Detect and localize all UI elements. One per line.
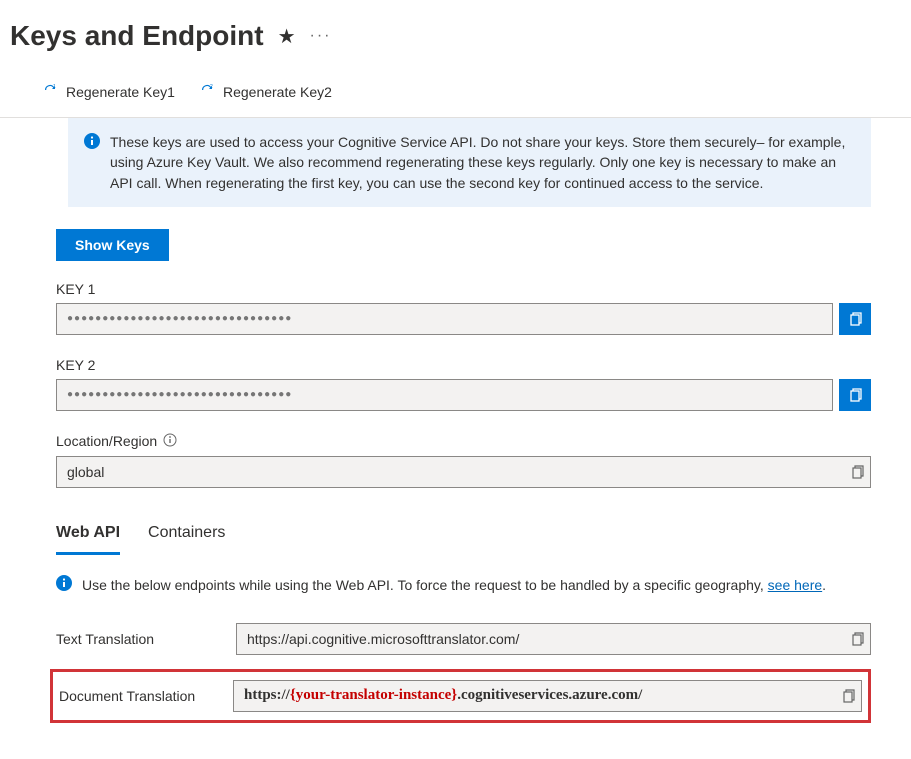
copy-key1-button[interactable] (839, 303, 871, 335)
regenerate-key1-button[interactable]: 1 Regenerate Key1 (40, 78, 177, 105)
document-translation-label: Document Translation (53, 688, 233, 704)
svg-text:1: 1 (53, 84, 56, 90)
webapi-info-suffix: . (822, 577, 826, 593)
key1-input[interactable] (56, 303, 833, 335)
key2-label: KEY 2 (56, 357, 871, 373)
copy-icon (849, 631, 865, 647)
copy-icon (849, 464, 865, 480)
copy-location-button[interactable] (849, 464, 865, 480)
toolbar: 1 Regenerate Key1 2 Regenerate Key2 (0, 62, 911, 118)
regenerate-key2-button[interactable]: 2 Regenerate Key2 (197, 78, 334, 105)
location-input[interactable] (56, 456, 871, 488)
regenerate-key2-label: Regenerate Key2 (223, 84, 332, 100)
page-title: Keys and Endpoint (10, 20, 264, 52)
location-label: Location/Region (56, 433, 157, 449)
refresh-icon: 1 (42, 82, 58, 101)
tab-web-api[interactable]: Web API (56, 518, 120, 555)
doc-endpoint-suffix: .cognitiveservices.azure.com/ (457, 687, 642, 704)
info-panel-text: These keys are used to access your Cogni… (110, 132, 855, 193)
refresh-icon: 2 (199, 82, 215, 101)
copy-icon (847, 387, 863, 403)
copy-doc-endpoint-button[interactable] (840, 688, 856, 704)
info-panel: These keys are used to access your Cogni… (68, 118, 871, 207)
webapi-info-prefix: Use the below endpoints while using the … (82, 577, 768, 593)
doc-endpoint-prefix: https:// (244, 687, 290, 704)
tabs: Web API Containers (56, 518, 871, 555)
info-icon (84, 133, 100, 193)
info-icon (56, 575, 72, 597)
webapi-info-text: Use the below endpoints while using the … (82, 575, 826, 597)
key1-label: KEY 1 (56, 281, 871, 297)
show-keys-button[interactable]: Show Keys (56, 229, 169, 261)
doc-endpoint-placeholder: {your-translator-instance} (290, 687, 457, 704)
info-circle-icon[interactable] (163, 433, 177, 450)
text-translation-input[interactable] (236, 623, 871, 655)
key2-input[interactable] (56, 379, 833, 411)
regenerate-key1-label: Regenerate Key1 (66, 84, 175, 100)
favorite-star-icon[interactable]: ★ (278, 24, 296, 49)
copy-key2-button[interactable] (839, 379, 871, 411)
copy-icon (840, 688, 856, 704)
tab-containers[interactable]: Containers (148, 518, 225, 555)
svg-text:2: 2 (210, 84, 213, 90)
text-translation-label: Text Translation (56, 631, 236, 647)
copy-icon (847, 311, 863, 327)
document-translation-input[interactable]: https://{your-translator-instance}.cogni… (233, 680, 862, 712)
see-here-link[interactable]: see here (768, 577, 822, 593)
copy-text-endpoint-button[interactable] (849, 631, 865, 647)
more-menu-icon[interactable]: ··· (310, 27, 332, 45)
highlight-box: Document Translation https://{your-trans… (50, 669, 871, 723)
